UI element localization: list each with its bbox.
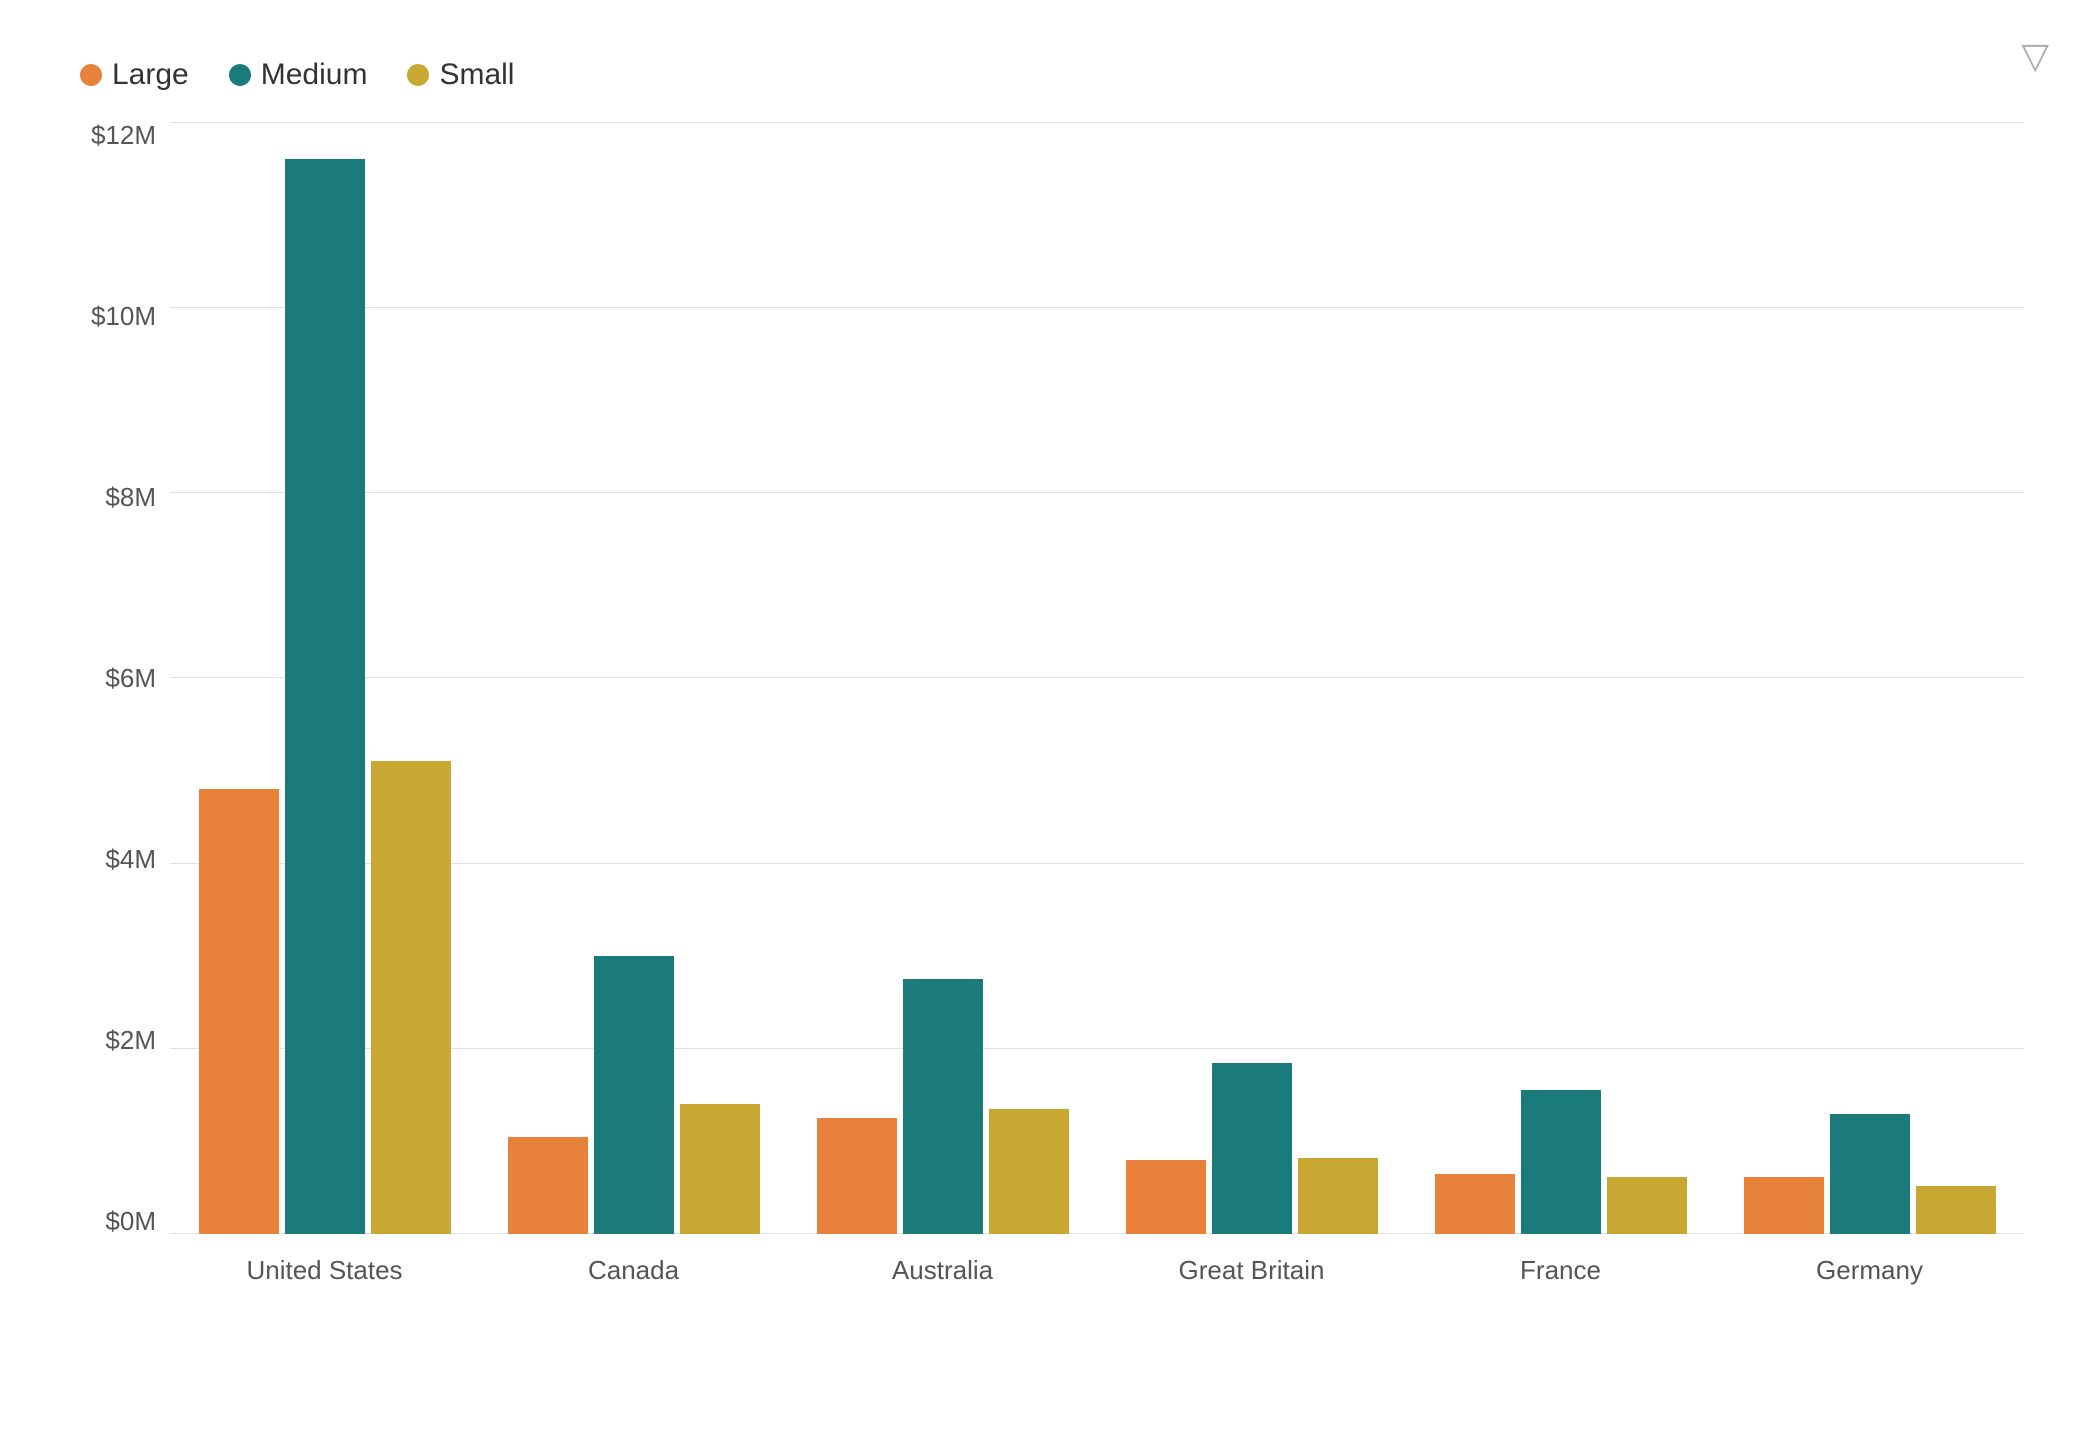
bar-medium [1830,1114,1910,1234]
filter-icon[interactable]: ▽ [2021,35,2049,77]
x-axis-label: Canada [479,1255,788,1286]
y-axis-label: $4M [80,846,170,872]
x-axis-label: Australia [788,1255,1097,1286]
bar-medium [1212,1063,1292,1234]
bar-small [1607,1177,1687,1234]
y-axis-label: $8M [80,484,170,510]
bar-small [1298,1158,1378,1234]
country-group [1406,122,1715,1234]
medium-legend-label: Medium [261,58,368,92]
country-group [1097,122,1406,1234]
small-legend-label: Small [439,58,514,92]
large-legend-label: Large [112,58,189,92]
legend-item-small: Small [407,58,514,92]
chart-container: Large Medium Small ▽ $0M $2M $4M $6M $8M $10M $1… [0,0,2084,1452]
medium-legend-dot [229,64,251,86]
large-legend-dot [80,64,102,86]
bar-large [1744,1177,1824,1234]
small-legend-dot [407,64,429,86]
bar-small [1916,1186,1996,1234]
legend-item-medium: Medium [229,58,368,92]
bar-medium [285,159,365,1234]
country-group [1715,122,2024,1234]
x-labels: United StatesCanadaAustraliaGreat Britai… [170,1234,2024,1294]
y-axis-label: $6M [80,665,170,691]
bar-large [1126,1160,1206,1234]
x-axis-label: France [1406,1255,1715,1286]
country-group [788,122,1097,1234]
bar-large [508,1137,588,1234]
y-axis-label: $12M [80,122,170,148]
y-axis-label: $10M [80,303,170,329]
y-axis: $0M $2M $4M $6M $8M $10M $12M [80,122,170,1294]
x-axis-label: Great Britain [1097,1255,1406,1286]
chart-body: United StatesCanadaAustraliaGreat Britai… [170,122,2024,1294]
bar-medium [594,956,674,1234]
bar-small [680,1104,760,1234]
x-axis-label: Germany [1715,1255,2024,1286]
bar-large [817,1118,897,1234]
chart-area: $0M $2M $4M $6M $8M $10M $12M United StatesCan… [80,122,2024,1294]
x-axis-label: United States [170,1255,479,1286]
bar-small [371,761,451,1234]
bar-small [989,1109,1069,1234]
country-group [170,122,479,1234]
country-group [479,122,788,1234]
bar-medium [1521,1090,1601,1234]
bar-medium [903,979,983,1234]
bar-large [199,789,279,1234]
bar-large [1435,1174,1515,1234]
bars-area [170,122,2024,1234]
chart-legend: Large Medium Small [80,58,2024,92]
y-axis-label: $0M [80,1208,170,1234]
y-axis-label: $2M [80,1027,170,1053]
legend-item-large: Large [80,58,189,92]
